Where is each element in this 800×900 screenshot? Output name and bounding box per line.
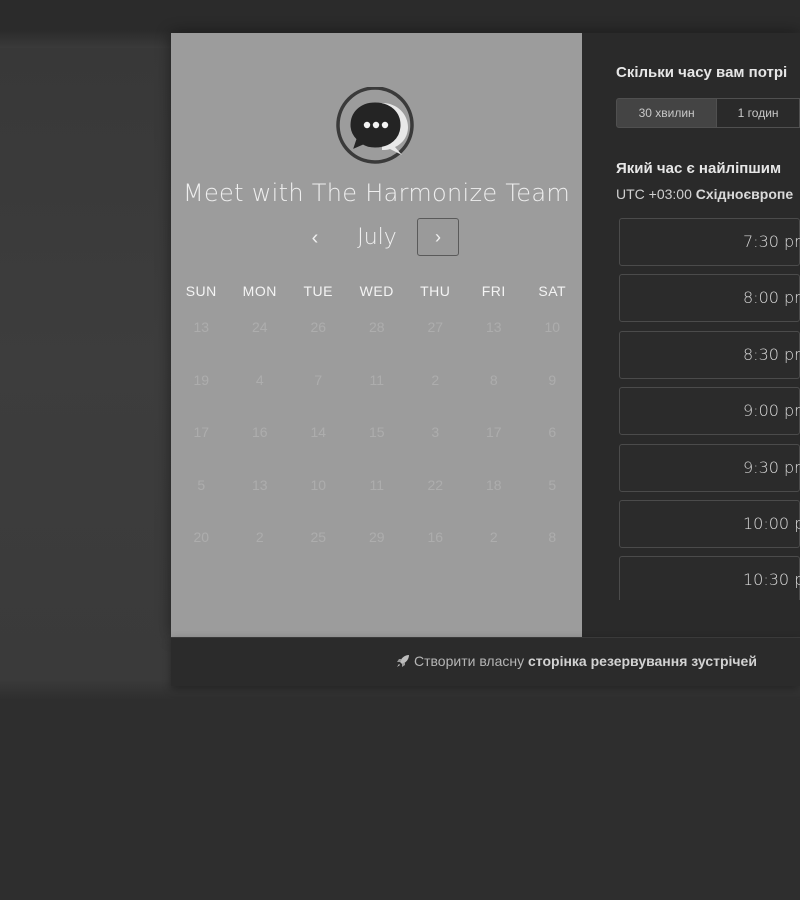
create-booking-page-link[interactable]: Створити власну сторінка резервування зу… xyxy=(395,653,757,669)
calendar-day: 13 xyxy=(193,319,210,335)
next-month-button[interactable]: › xyxy=(417,218,459,256)
weekday-label: THU xyxy=(420,283,451,299)
chat-bubble-logo-icon xyxy=(335,86,417,165)
calendar-day: 16 xyxy=(427,529,444,545)
timezone-offset: UTC +03:00 xyxy=(616,186,692,202)
timezone-name: Східноєвропе xyxy=(695,186,794,202)
weekday-label: SAT xyxy=(538,283,567,299)
calendar-day: 2 xyxy=(255,529,264,545)
time-slot-button[interactable]: 8:00 pr xyxy=(619,274,800,323)
calendar-day: 29 xyxy=(368,529,385,545)
calendar-day: 5 xyxy=(548,476,557,493)
calendar-day: 16 xyxy=(251,424,268,440)
duration-option-30-min[interactable]: 30 хвилин xyxy=(616,98,718,128)
time-slot-button[interactable]: 10:30 p xyxy=(619,556,800,600)
calendar-day: 5 xyxy=(197,476,206,493)
calendar-day: 3 xyxy=(431,424,440,440)
calendar-day: 8 xyxy=(548,529,557,545)
calendar-day: 10 xyxy=(544,319,561,335)
time-slot-button[interactable]: 8:30 pr xyxy=(619,330,800,379)
rocket-icon xyxy=(395,653,411,669)
time-slot-button[interactable]: 9:30 pr xyxy=(619,443,800,492)
timezone-label[interactable]: UTC +03:00 Східноєвропе xyxy=(616,186,793,202)
calendar-day: 20 xyxy=(193,529,210,545)
calendar-day: 22 xyxy=(427,476,444,493)
weekday-label: SUN xyxy=(185,283,217,299)
footer-prefix: Створити власну xyxy=(414,653,525,669)
time-slot-button[interactable]: 9:00 pr xyxy=(619,387,800,436)
calendar-day: 7 xyxy=(314,371,323,388)
top-bar xyxy=(0,0,800,30)
calendar-day: 13 xyxy=(251,476,268,493)
calendar-day: 15 xyxy=(368,424,385,440)
weekday-header: SUN MON TUE WED THU FRI SAT xyxy=(172,283,582,299)
calendar-day: 8 xyxy=(489,371,498,388)
time-heading: Який час є найліпшим xyxy=(616,160,782,177)
calendar-day: 4 xyxy=(255,371,264,388)
weekday-label: MON xyxy=(242,283,277,299)
footer-link[interactable]: сторінка резервування зустрічей xyxy=(528,653,757,669)
calendar-day: 17 xyxy=(485,424,502,440)
calendar-day: 26 xyxy=(310,319,327,335)
time-slot-button[interactable]: 7:30 pr xyxy=(619,218,800,266)
calendar-grid: 13 24 26 28 27 13 10 19 4 7 11 2 8 9 17 … xyxy=(172,318,582,581)
time-slot-button[interactable]: 10:00 p xyxy=(619,499,800,548)
calendar-day: 17 xyxy=(193,424,210,440)
calendar-day: 25 xyxy=(310,529,327,545)
duration-toggle: 30 хвилин 1 годин xyxy=(616,98,800,128)
calendar-day: 24 xyxy=(251,319,268,335)
calendar-day: 28 xyxy=(368,319,385,335)
calendar-day: 2 xyxy=(431,371,440,388)
calendar-day: 2 xyxy=(489,529,498,545)
calendar-day: 10 xyxy=(310,476,327,493)
calendar-day: 11 xyxy=(369,371,385,388)
calendar-day: 11 xyxy=(369,476,385,493)
calendar-day: 14 xyxy=(310,424,327,440)
calendar-day: 19 xyxy=(193,371,210,388)
weekday-label: WED xyxy=(359,283,394,299)
calendar-day: 9 xyxy=(548,371,557,388)
calendar-day: 27 xyxy=(427,319,444,335)
page-title: Meet with The Harmonize Team xyxy=(182,179,571,207)
previous-month-button[interactable]: ‹ xyxy=(303,224,327,252)
calendar-day: 13 xyxy=(485,319,502,335)
duration-option-1-hour[interactable]: 1 годин xyxy=(717,98,800,128)
weekday-label: TUE xyxy=(303,283,333,299)
calendar-day: 6 xyxy=(548,424,557,440)
calendar-day: 18 xyxy=(485,476,502,493)
weekday-label: FRI xyxy=(481,283,506,299)
month-label: July xyxy=(357,225,397,250)
duration-heading: Скільки часу вам потрі xyxy=(616,64,788,81)
time-slot-list[interactable]: 7:30 pr 8:00 pr 8:30 pr 9:00 pr 9:30 pr … xyxy=(619,218,800,600)
